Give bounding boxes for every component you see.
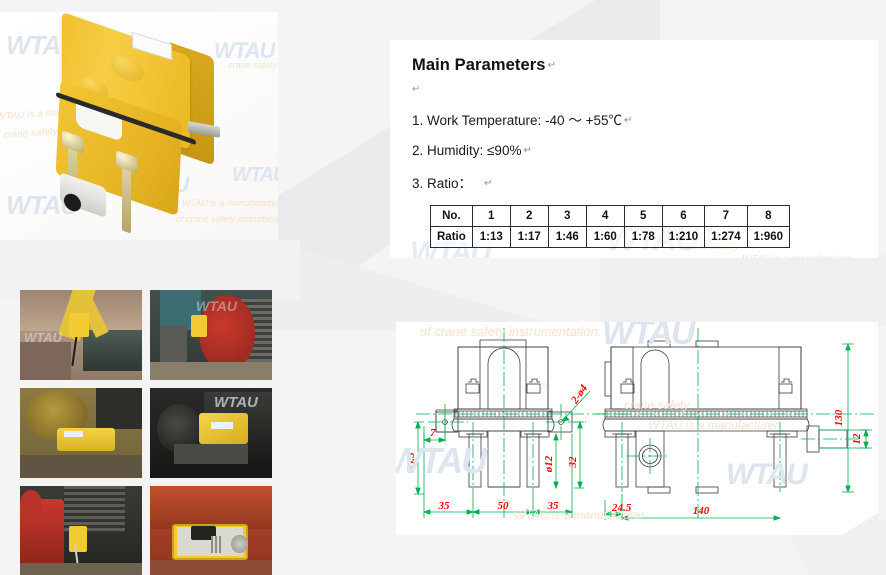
watermark-tagline: WTAU is a manufacturer (182, 198, 278, 208)
watermark-short-tag: crane safety (228, 60, 278, 70)
drawing-outlines-side (602, 340, 848, 494)
dim-140: 140 (693, 505, 710, 517)
page-title: Main Parameters ↵ (412, 56, 860, 75)
paragraph-return-mark: ↵ (523, 145, 532, 156)
watermark-tagline: WTAU is a manufacturer (742, 254, 851, 258)
table-row-ratio: Ratio 1:13 1:17 1:46 1:60 1:78 1:210 1:2… (430, 226, 791, 248)
table-row-number: No. 1 2 3 4 5 6 7 8 (430, 205, 791, 227)
blank-line-return-mark: ↵ (412, 84, 421, 95)
param-line-text: 3. Ratio： (412, 176, 473, 191)
dimension-drawing-panel: of crane safety instrumentation. WTAU WT… (396, 322, 878, 535)
table-cell-no-8: 8 (746, 205, 791, 227)
photo-open-housing (150, 486, 272, 575)
watermark-tagline: of crane safety instrumentation. (176, 214, 278, 224)
dimension-labels: 7 33.5 35 50 35 32 ø12 2-ø4 24.5 140 130… (405, 382, 863, 517)
table-cell-no-6: 6 (661, 205, 706, 227)
dim-32: 32 (567, 456, 579, 469)
paragraph-return-mark: ↵ (623, 115, 633, 126)
dim-35-left: 35 (438, 500, 451, 512)
table-cell-no-2: 2 (509, 205, 549, 227)
watermark-brand: WTAU (232, 164, 278, 186)
table-cell-ratio-2: 1:17 (509, 226, 549, 248)
table-cell-ratio-3: 1:46 (547, 226, 587, 248)
dim-33-5: 33.5 (405, 452, 417, 473)
photo-tower-crane-drum: WTAU (20, 290, 142, 380)
main-parameters-panel: WTAU crane safety WTAU WTAU is a manufac… (390, 40, 878, 258)
table-cell-no-7: 7 (704, 205, 748, 227)
table-cell-no-3: 3 (547, 205, 587, 227)
photo-red-winch-drum: WTAU (150, 290, 272, 380)
ratio-table: No. 1 2 3 4 5 6 7 8 Ratio 1:13 1:17 1:46… (430, 205, 791, 248)
product-photo-limit-switch: WTAU WTAU is a manufacturer WTAU crane s… (0, 12, 278, 240)
table-cell-ratio-8: 1:960 (746, 226, 791, 248)
paragraph-return-mark: ↵ (484, 178, 493, 189)
dim-12: 12 (851, 433, 863, 445)
table-cell-ratio-5: 1:78 (623, 226, 663, 248)
page-title-text: Main Parameters (412, 56, 546, 74)
param-line-text: 1. Work Temperature: -40 ～ +55℃ (412, 113, 622, 128)
dim-35-right: 35 (547, 500, 560, 512)
table-cell-no-5: 5 (623, 205, 663, 227)
param-line-ratio: 3. Ratio： ↵ (412, 172, 860, 192)
dim-130: 130 (833, 409, 845, 426)
watermark-brand: WTAU (214, 38, 275, 63)
table-header-no: No. (430, 205, 473, 227)
dim-50: 50 (498, 500, 510, 512)
table-cell-no-4: 4 (585, 205, 625, 227)
photo-red-gearbox (20, 486, 142, 575)
table-cell-ratio-7: 1:274 (704, 226, 748, 248)
background-facet (600, 255, 886, 325)
dimension-drawing-svg: 7 33.5 35 50 35 32 ø12 2-ø4 24.5 140 130… (405, 328, 874, 521)
table-cell-no-1: 1 (471, 205, 511, 227)
application-photo-grid: WTAU WTAU WTAU (20, 290, 272, 575)
dimension-lines-side (603, 342, 872, 521)
param-line-work-temperature: 1. Work Temperature: -40 ～ +55℃ ↵ (412, 109, 860, 129)
param-line-humidity: 2. Humidity: ≤90% ↵ (412, 143, 860, 158)
table-cell-ratio-4: 1:60 (585, 226, 625, 248)
dim-24-5: 24.5 (611, 502, 632, 514)
table-cell-ratio-6: 1:210 (661, 226, 706, 248)
table-cell-ratio-1: 1:13 (471, 226, 511, 248)
paragraph-return-mark: ↵ (547, 60, 557, 71)
photo-black-motor: WTAU (150, 388, 272, 478)
table-header-ratio: Ratio (430, 226, 473, 248)
dim-7: 7 (430, 427, 436, 439)
param-line-text: 2. Humidity: ≤90% (412, 143, 522, 158)
dim-phi12: ø12 (543, 455, 555, 473)
photo-yellow-gearbox (20, 388, 142, 478)
product-spec-page: WTAU WTAU is a manufacturer WTAU crane s… (0, 0, 886, 575)
center-lines (416, 328, 874, 518)
